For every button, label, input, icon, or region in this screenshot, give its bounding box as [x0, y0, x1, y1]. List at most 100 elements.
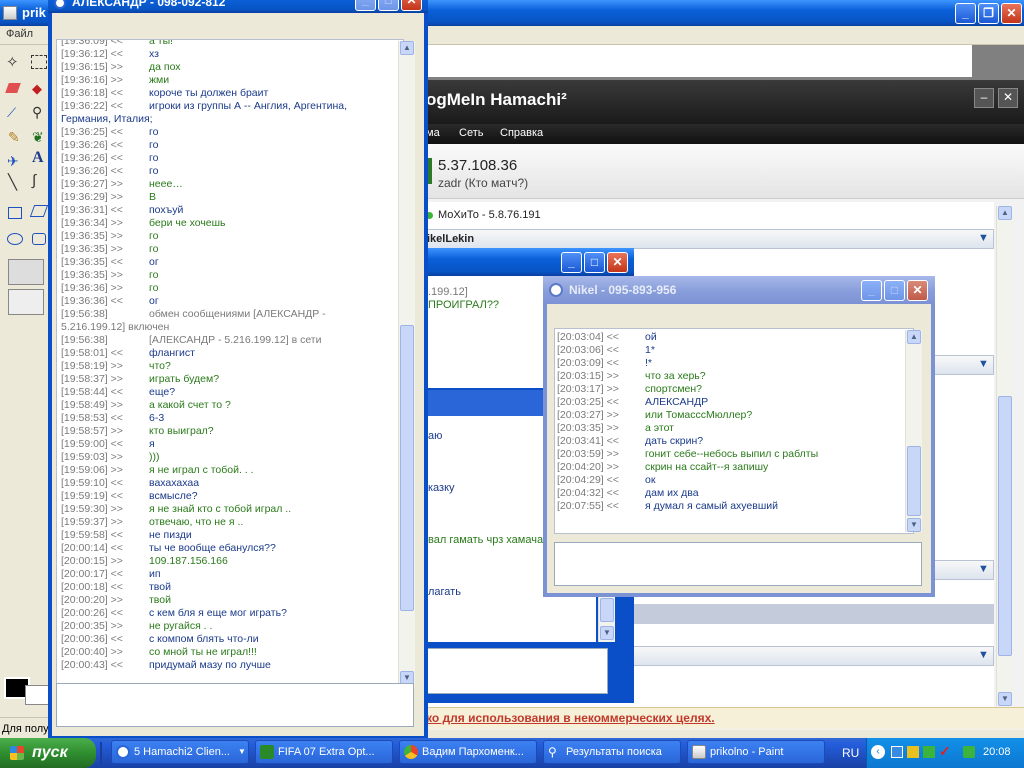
scroll-thumb[interactable] [600, 598, 614, 622]
message-text: АЛЕКСАНДР [645, 396, 709, 408]
chat-message: [19:36:26] << го [61, 165, 403, 178]
middle-maximize-button[interactable]: □ [584, 252, 605, 273]
message-text: со мной ты не играл!!! [149, 646, 257, 658]
tray-icon-1[interactable] [891, 746, 903, 758]
message-text: го [149, 126, 159, 138]
chat-message: [19:36:15] >> да пох [61, 61, 403, 74]
chat-message: [20:04:20] >> скрин на ссайт--я запишу [557, 461, 911, 474]
airbrush-icon[interactable]: ✈ [7, 153, 19, 170]
system-tray: ‹ ✓ 20:08 [866, 738, 1024, 768]
hamachi-chat-icon [54, 0, 66, 9]
message-timestamp: [19:36:18] << [61, 87, 123, 99]
polygon-icon[interactable] [29, 205, 49, 217]
tray-icon-3[interactable] [923, 746, 935, 758]
start-button[interactable]: пуск [0, 738, 96, 768]
select-rect-icon[interactable] [31, 55, 47, 69]
chat2-close-button[interactable]: ✕ [907, 280, 928, 301]
transparent-option-2-icon[interactable] [8, 289, 44, 315]
scroll-down-icon[interactable]: ▼ [907, 518, 921, 532]
chat1-minimize-button[interactable]: _ [355, 0, 376, 11]
middle-title-bar[interactable]: _ □ ✕ [426, 248, 634, 276]
scroll-thumb[interactable] [400, 325, 414, 611]
rounded-rect-icon[interactable] [32, 233, 46, 245]
chat1-maximize-button[interactable]: □ [378, 0, 399, 11]
taskbar-item-hamachi[interactable]: 5 Hamachi2 Clien... ▼ [111, 740, 249, 764]
message-text: нeee… [149, 178, 183, 190]
middle-input[interactable] [426, 648, 608, 694]
eraser-icon[interactable] [5, 83, 21, 93]
scroll-up-icon[interactable]: ▲ [400, 41, 414, 55]
message-timestamp: [19:56:38] [61, 334, 108, 346]
message-text: ог [149, 295, 159, 307]
chat2-scrollbar[interactable]: ▲ ▼ [905, 330, 922, 532]
middle-minimize-button[interactable]: _ [561, 252, 582, 273]
message-text: го [149, 165, 159, 177]
message-timestamp: [20:00:18] << [61, 581, 123, 593]
middle-scrollbar[interactable]: ▼ [598, 596, 615, 642]
taskbar-item-search[interactable]: ⚲ Результаты поиска [543, 740, 681, 764]
message-timestamp: [20:03:59] >> [557, 448, 619, 460]
chat1-scrollbar[interactable]: ▲ ▼ [398, 41, 415, 687]
eyedropper-icon[interactable]: ⟋ [7, 105, 16, 121]
tray-network-icon[interactable] [963, 746, 975, 758]
taskbar-item-fifa[interactable]: FIFA 07 Extra Opt... [255, 740, 393, 764]
message-timestamp: [20:00:15] >> [61, 555, 123, 567]
paint-menu-file[interactable]: Файл [6, 28, 33, 40]
message-timestamp: [19:36:27] >> [61, 178, 123, 190]
hamachi-license-text[interactable]: ко для использования в некоммерческих це… [426, 711, 715, 725]
scroll-up-icon[interactable]: ▲ [998, 206, 1012, 220]
transparent-option-1-icon[interactable] [8, 259, 44, 285]
ellipse-icon[interactable] [7, 233, 23, 245]
magnifier-icon[interactable]: ⚲ [32, 104, 42, 121]
scroll-thumb[interactable] [907, 446, 921, 516]
scroll-thumb[interactable] [998, 396, 1012, 656]
message-timestamp: [20:00:43] << [61, 659, 123, 671]
chat2-minimize-button[interactable]: _ [861, 280, 882, 301]
chat1-title-bar[interactable]: АЛЕКСАНДР - 098-092-812 _ □ ✕ [48, 0, 428, 13]
language-indicator[interactable]: RU [842, 746, 859, 760]
color-swatch[interactable] [3, 675, 49, 705]
hamachi-menu-network[interactable]: Сеть [459, 127, 483, 139]
tray-antivirus-icon[interactable]: ✓ [939, 743, 951, 760]
pencil-icon[interactable]: ✎ [8, 129, 20, 146]
hamachi-footer: ко для использования в некоммерческих це… [426, 707, 1024, 729]
text-tool-icon[interactable]: A [32, 149, 44, 167]
paint-close-button[interactable]: ✕ [1001, 3, 1022, 24]
chat2-title-bar[interactable]: Nikel - 095-893-956 _ □ ✕ [543, 276, 935, 304]
hamachi-logo: ogMeIn Hamachi² [426, 90, 567, 109]
tray-expand-icon[interactable]: ‹ [871, 745, 885, 759]
hamachi-menu-help[interactable]: Справка [500, 127, 543, 139]
hamachi-scrollbar[interactable]: ▲ ▼ [996, 206, 1013, 706]
paint-minimize-button[interactable]: _ [955, 3, 976, 24]
select-star-icon[interactable]: ✧ [6, 53, 19, 71]
paint-restore-button[interactable]: ❐ [978, 3, 999, 24]
scroll-down-icon[interactable]: ▼ [998, 692, 1012, 706]
chat-message: [19:59:10] << вахахахаа [61, 477, 403, 490]
hamachi-status-panel: 5.37.108.36 zadr (Кто матч?) [426, 144, 1024, 199]
chat1-close-button[interactable]: ✕ [401, 0, 422, 11]
curve-icon[interactable]: ∫ [32, 172, 36, 189]
tray-icon-2[interactable] [907, 746, 919, 758]
taskbar-item-paint[interactable]: prikolno - Paint [687, 740, 825, 764]
hamachi-close-button[interactable]: ✕ [998, 88, 1018, 108]
message-timestamp: [19:36:26] << [61, 139, 123, 151]
selected-row[interactable] [616, 604, 994, 624]
chat2-message-input[interactable] [554, 542, 922, 586]
peer-item[interactable]: МоХиТо - 5.8.76.191 [438, 209, 541, 221]
message-text: го [149, 269, 159, 281]
scroll-down-icon[interactable]: ▼ [600, 626, 614, 640]
taskbar-item-browser[interactable]: Вадим Пархоменк... [399, 740, 537, 764]
scroll-up-icon[interactable]: ▲ [907, 330, 921, 344]
line-icon[interactable]: ╲ [8, 173, 17, 191]
middle-close-button[interactable]: ✕ [607, 252, 628, 273]
chat2-maximize-button[interactable]: □ [884, 280, 905, 301]
hamachi-menu-system[interactable]: ма [426, 127, 440, 139]
rectangle-icon[interactable] [8, 207, 22, 219]
chat-message: [19:36:35] >> го [61, 269, 403, 282]
fill-icon[interactable]: ◆ [32, 81, 42, 97]
chat-message: [20:03:25] << АЛЕКСАНДР [557, 396, 911, 409]
hamachi-minimize-button[interactable]: – [974, 88, 994, 108]
chat1-message-input[interactable] [56, 683, 414, 727]
network-header-nikellekin[interactable]: ikelLekin ▼ [426, 229, 994, 249]
brush-icon[interactable]: ❦ [32, 129, 44, 146]
